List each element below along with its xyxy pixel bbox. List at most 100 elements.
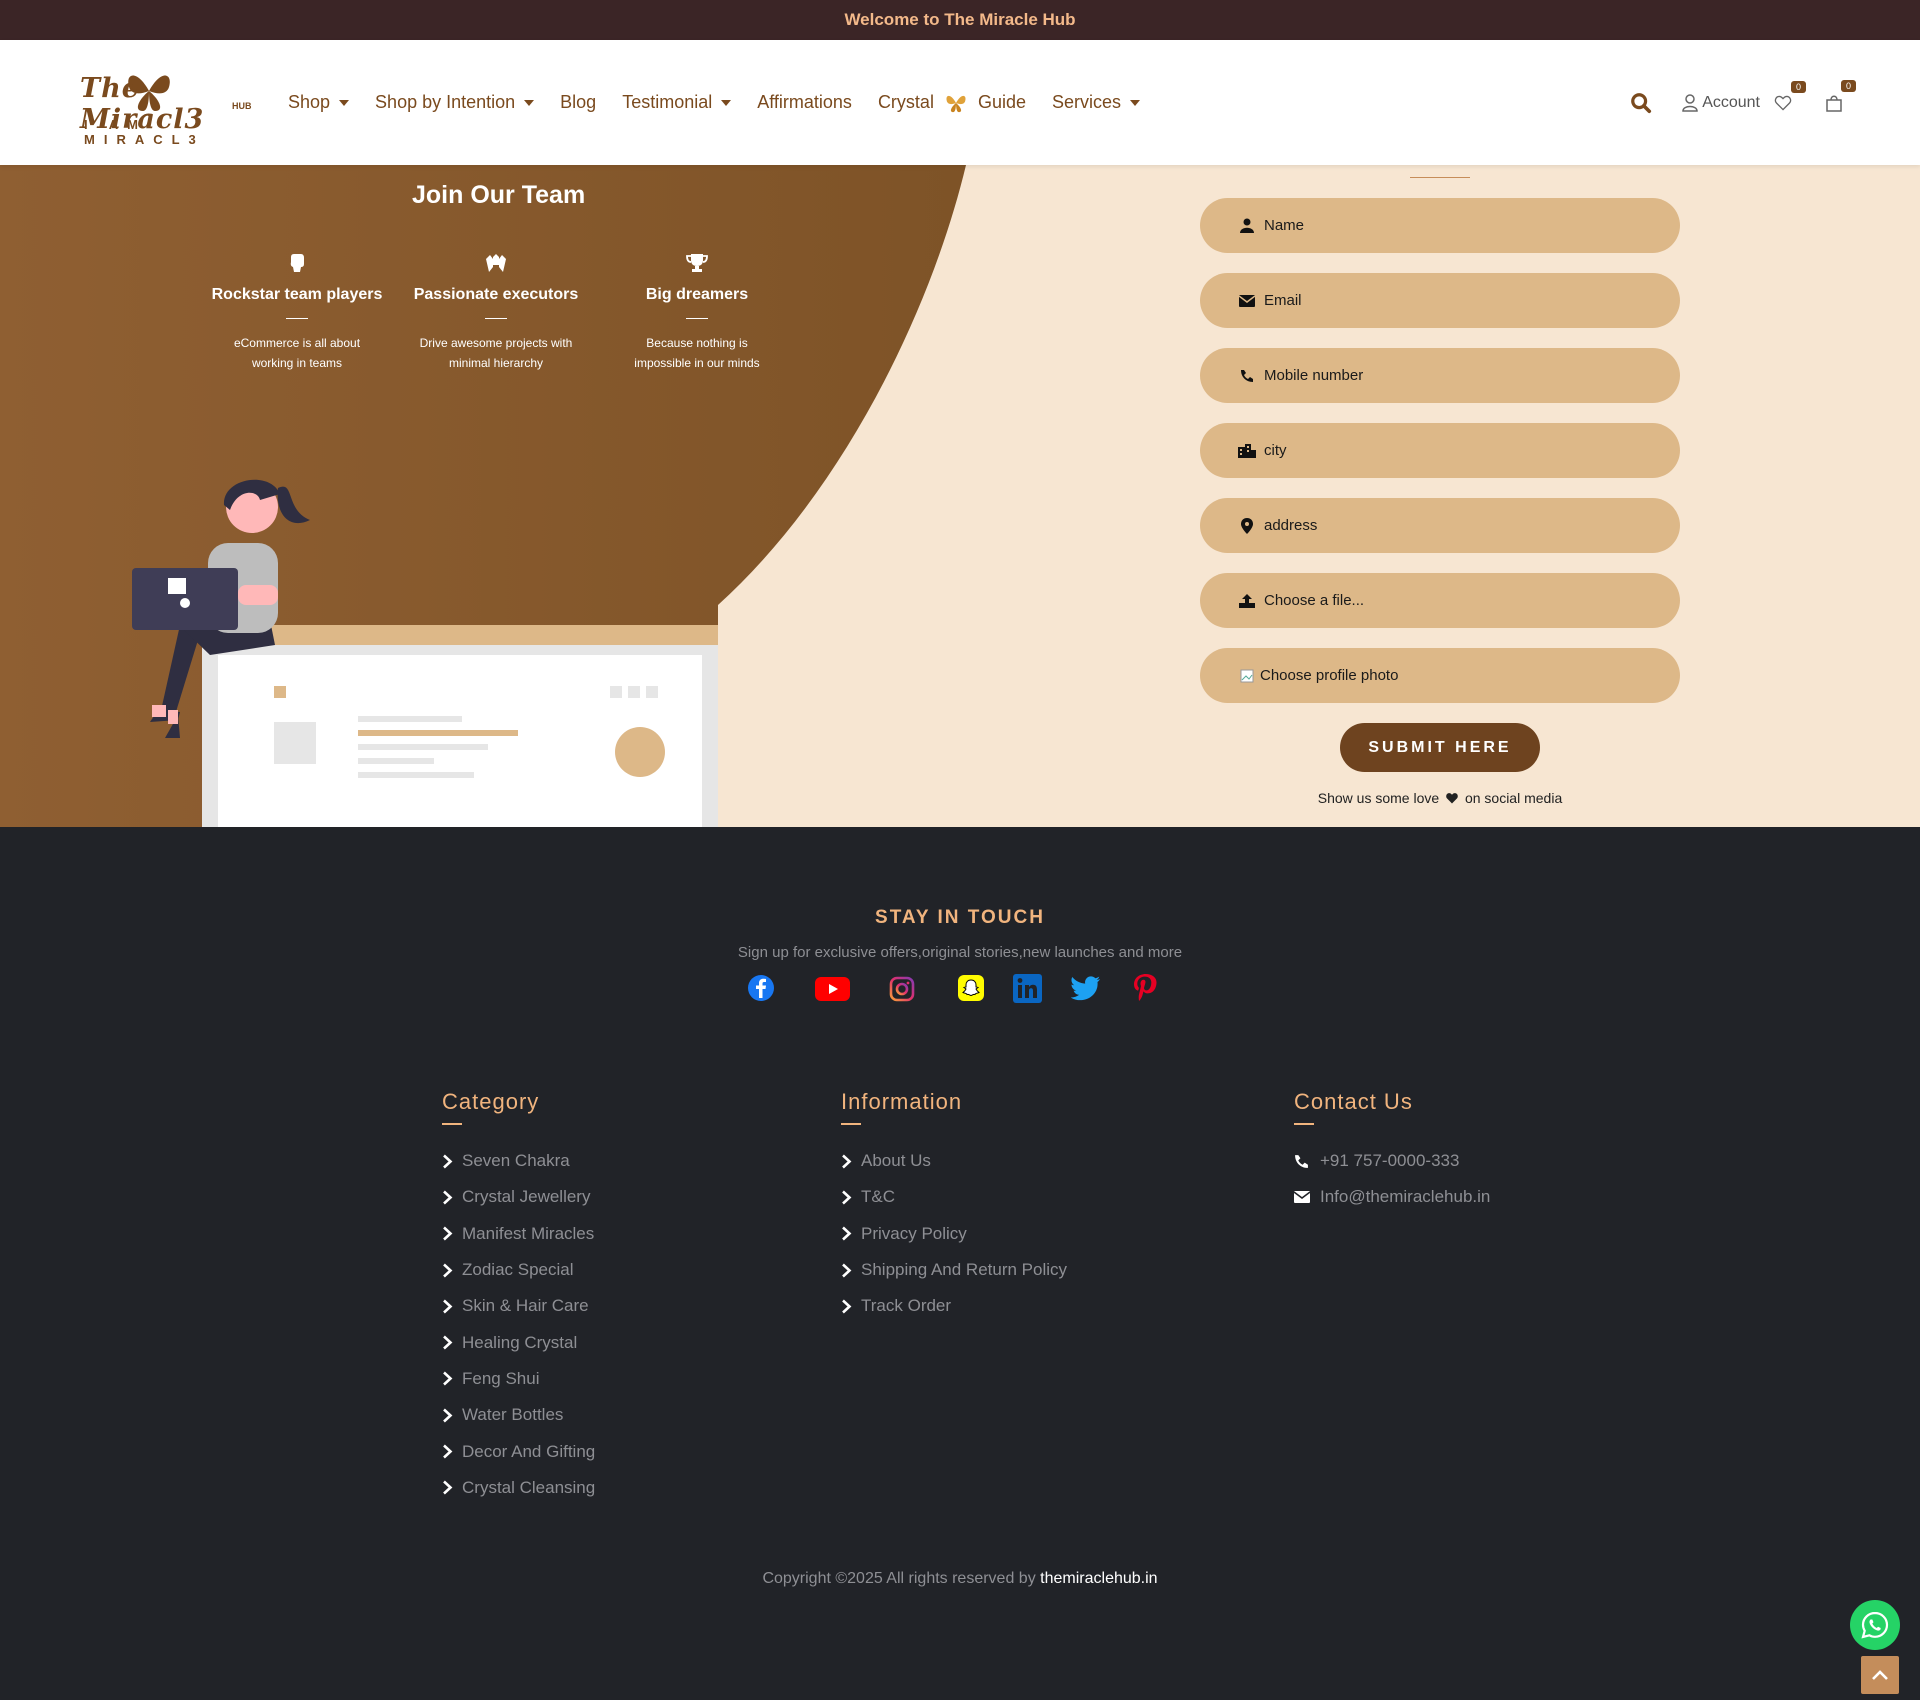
city-field[interactable]: city xyxy=(1200,423,1680,478)
facebook-icon[interactable] xyxy=(747,974,775,1002)
footer-category-column: Category Seven Chakra Crystal Jewellery Ma… xyxy=(442,1089,595,1506)
whatsapp-button[interactable] xyxy=(1850,1600,1900,1650)
nav-blog[interactable]: Blog xyxy=(560,92,596,113)
category-item-link[interactable]: Crystal Jewellery xyxy=(442,1179,595,1215)
submit-button[interactable]: SUBMIT HERE xyxy=(1340,723,1540,772)
category-item-link[interactable]: Skin & Hair Care xyxy=(442,1288,595,1324)
footer-information-column: Information About Us T&C Privacy Policy Shi… xyxy=(841,1089,1067,1324)
wishlist-button[interactable]: 0 xyxy=(1774,80,1806,111)
cart-count: 0 xyxy=(1840,79,1856,92)
nav-shop-by-intention[interactable]: Shop by Intention xyxy=(375,92,535,113)
wishlist-count: 0 xyxy=(1790,80,1806,93)
name-field[interactable]: Name xyxy=(1200,198,1680,253)
cart-button[interactable]: 0 xyxy=(1826,79,1856,112)
feature-dreamers: Big dreamers Because nothing is impossibl… xyxy=(597,253,797,373)
join-title: Join Our Team xyxy=(412,181,586,209)
social-love-text: Show us some love on social media xyxy=(1317,790,1563,806)
category-item-link[interactable]: Manifest Miracles xyxy=(442,1216,595,1252)
nav-testimonial[interactable]: Testimonial xyxy=(622,92,732,113)
information-item-label: Privacy Policy xyxy=(861,1223,967,1243)
chevron-down-icon xyxy=(1130,99,1141,106)
information-item-label: Shipping And Return Policy xyxy=(861,1260,1068,1280)
information-item-link[interactable]: About Us xyxy=(841,1143,1067,1179)
chevron-right-icon xyxy=(841,1299,855,1314)
join-team-section: Join Our Team Rockstar team players eCom… xyxy=(0,165,1920,827)
copyright-link[interactable]: themiraclehub.in xyxy=(1040,1570,1157,1587)
category-item-link[interactable]: Healing Crystal xyxy=(442,1324,595,1360)
category-item-link[interactable]: Decor And Gifting xyxy=(442,1433,595,1469)
contact-underline xyxy=(1294,1123,1314,1125)
profile-photo-field[interactable]: Choose profile photo xyxy=(1200,648,1680,703)
search-button[interactable] xyxy=(1630,92,1652,114)
nav-shop-label: Shop xyxy=(288,92,331,112)
account-link[interactable]: Account xyxy=(1682,94,1760,112)
site-header: The Miracl3 HUB I AM MIRACL3 Shop Shop b… xyxy=(0,40,1920,165)
email-field[interactable]: Email xyxy=(1200,273,1680,328)
twitter-icon[interactable] xyxy=(1071,976,1101,1001)
pinterest-icon[interactable] xyxy=(1133,974,1157,1003)
nav-testimonial-label: Testimonial xyxy=(622,92,713,112)
contact-title: Contact Us xyxy=(1294,1089,1413,1114)
nav-shop[interactable]: Shop xyxy=(288,92,350,113)
linkedin-icon[interactable] xyxy=(1013,974,1042,1003)
category-item-link[interactable]: Zodiac Special xyxy=(442,1252,595,1288)
butterfly-icon xyxy=(946,95,966,112)
stay-in-touch-subtitle: Sign up for exclusive offers,original st… xyxy=(737,944,1183,961)
category-item-link[interactable]: Feng Shui xyxy=(442,1361,595,1397)
information-item-link[interactable]: Privacy Policy xyxy=(841,1216,1067,1252)
category-item-link[interactable]: Crystal Cleansing xyxy=(442,1470,595,1506)
nav-crystal-guide[interactable]: Crystal Guide xyxy=(878,92,1026,114)
category-item-label: Crystal Cleansing xyxy=(462,1477,596,1497)
category-item-link[interactable]: Water Bottles xyxy=(442,1397,595,1433)
chevron-right-icon xyxy=(442,1480,456,1495)
information-item-link[interactable]: Track Order xyxy=(841,1288,1067,1324)
chevron-right-icon xyxy=(442,1335,456,1350)
category-item-label: Skin & Hair Care xyxy=(462,1296,589,1316)
chevron-down-icon xyxy=(524,99,535,106)
file-upload-label: Choose a file... xyxy=(1264,592,1365,609)
chevron-right-icon xyxy=(442,1154,456,1169)
snapchat-icon[interactable] xyxy=(958,975,984,1001)
nav-services-label: Services xyxy=(1052,92,1122,112)
search-icon xyxy=(1631,92,1652,113)
nav-affirmations[interactable]: Affirmations xyxy=(757,92,852,113)
file-upload-field[interactable]: Choose a file... xyxy=(1200,573,1680,628)
nav-services[interactable]: Services xyxy=(1052,92,1141,113)
envelope-icon xyxy=(1294,1191,1310,1204)
site-logo[interactable]: The Miracl3 HUB I AM MIRACL3 xyxy=(78,67,256,147)
category-item-label: Crystal Jewellery xyxy=(462,1187,591,1207)
youtube-icon[interactable] xyxy=(815,977,850,1001)
category-title: Category xyxy=(442,1089,540,1114)
contact-email[interactable]: Info@themiraclehub.in xyxy=(1294,1179,1490,1215)
information-item-link[interactable]: Shipping And Return Policy xyxy=(841,1252,1067,1288)
chevron-right-icon xyxy=(442,1371,456,1386)
instagram-icon[interactable] xyxy=(889,976,915,1002)
nav-crystal-label: Crystal xyxy=(877,92,934,112)
chevron-right-icon xyxy=(442,1226,456,1241)
logo-hub: HUB xyxy=(232,100,252,111)
welcome-bar: Welcome to The Miracle Hub xyxy=(0,0,1920,40)
feature-desc: eCommerce is all about working in teams xyxy=(233,336,361,370)
mobile-field[interactable]: Mobile number xyxy=(1200,348,1680,403)
name-placeholder: Name xyxy=(1264,217,1305,234)
feature-title: Passionate executors xyxy=(413,286,579,303)
chevron-down-icon xyxy=(721,99,732,106)
back-to-top-button[interactable] xyxy=(1861,1656,1899,1694)
chevron-right-icon xyxy=(442,1408,456,1423)
address-field[interactable]: address xyxy=(1200,498,1680,553)
welcome-text: Welcome to The Miracle Hub xyxy=(844,10,1076,29)
main-nav: Shop Shop by Intention Blog Testimonial … xyxy=(288,92,1166,114)
footer-contact-column: Contact Us +91 757-0000-333 Info@themira… xyxy=(1294,1089,1490,1216)
nav-guide-label: Guide xyxy=(977,92,1026,112)
contact-phone[interactable]: +91 757-0000-333 xyxy=(1294,1143,1490,1179)
user-icon xyxy=(1240,218,1254,233)
fist-icon xyxy=(290,254,304,272)
information-item-label: About Us xyxy=(861,1151,931,1171)
feature-divider xyxy=(686,318,708,319)
chevron-right-icon xyxy=(442,1299,456,1314)
logo-tagline: I AM MIRACL3 xyxy=(84,116,205,147)
category-item-link[interactable]: Seven Chakra xyxy=(442,1143,595,1179)
feature-divider xyxy=(485,318,507,319)
information-item-label: T&C xyxy=(861,1187,895,1207)
information-item-link[interactable]: T&C xyxy=(841,1179,1067,1215)
